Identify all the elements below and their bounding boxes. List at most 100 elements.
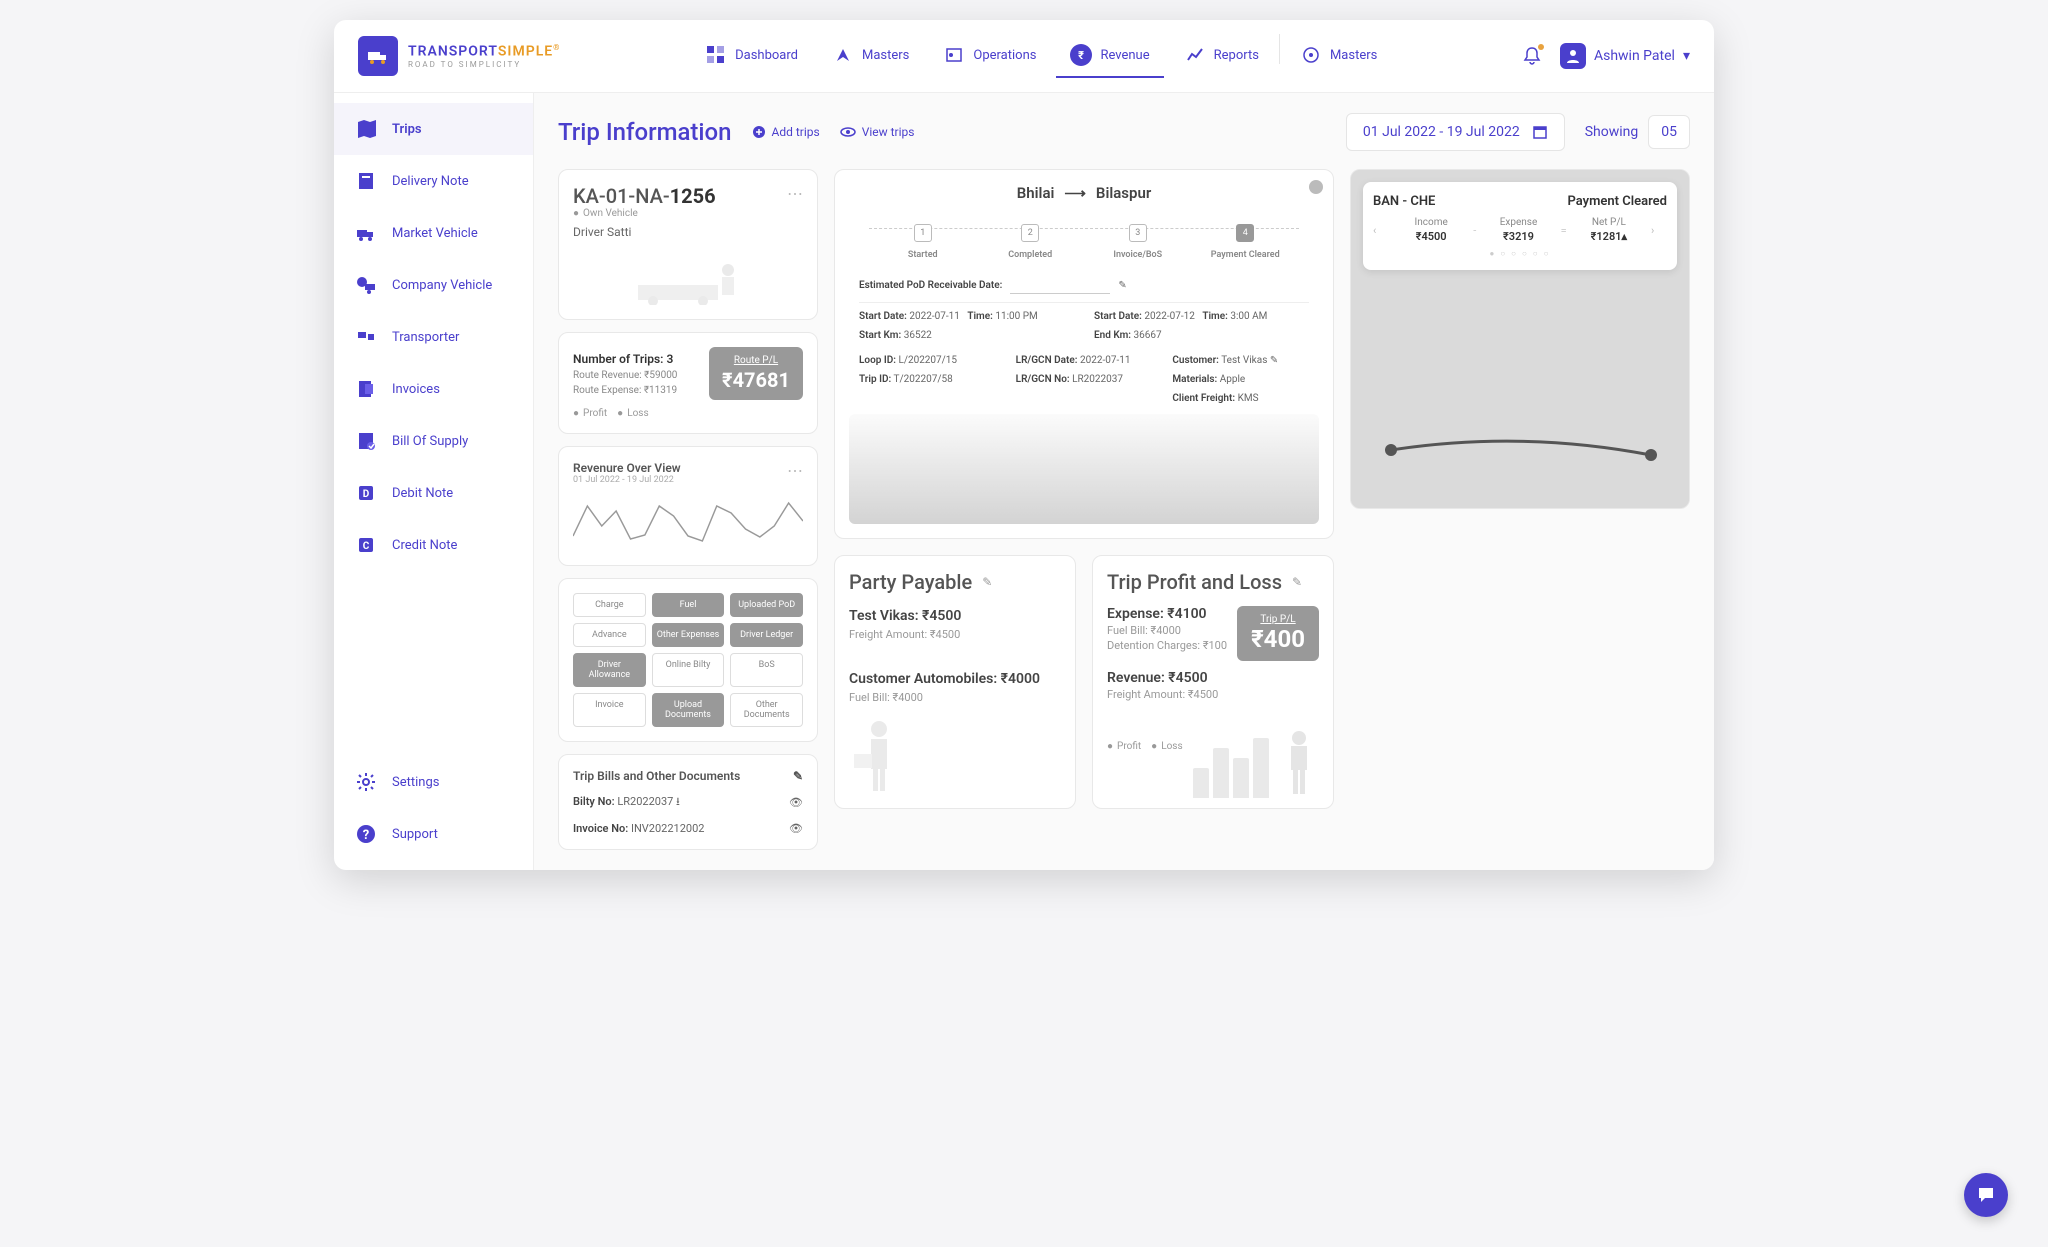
more-icon[interactable]: ⋯ (787, 461, 803, 480)
revenue-total: Revenue: ₹4500 (1107, 670, 1319, 686)
user-menu[interactable]: Ashwin Patel ▾ (1560, 43, 1690, 69)
party-2-name: Customer Automobiles: ₹4000 (849, 671, 1061, 687)
party-1-name: Test Vikas: ₹4500 (849, 608, 1061, 624)
map-summary-overlay: BAN - CHE Payment Cleared ‹ Income₹4500 … (1363, 182, 1677, 270)
start-date: Start Date: 2022-07-11 Time: 11:00 PM (859, 311, 1074, 322)
pod-date-input[interactable] (1010, 276, 1110, 294)
trip-id: Trip ID: T/202207/58 (859, 374, 996, 385)
sidebar-bill-of-supply[interactable]: Bill Of Supply (334, 415, 533, 467)
vehicle-driver: Driver Satti (573, 225, 803, 239)
lr-date: LR/GCN Date: 2022-07-11 (1016, 355, 1153, 366)
sidebar-trips[interactable]: Trips (334, 103, 533, 155)
plus-circle-icon (752, 125, 766, 139)
chip-other-expenses[interactable]: Other Expenses (652, 623, 725, 647)
truck-icon (354, 221, 378, 245)
date-range-picker[interactable]: 01 Jul 2022 - 19 Jul 2022 (1346, 113, 1565, 151)
note-icon (354, 169, 378, 193)
chip-upload-documents[interactable]: Upload Documents (652, 693, 725, 727)
chip-other-documents[interactable]: Other Documents (730, 693, 803, 727)
brand-logo: TRANSPORTSIMPLE® ROAD TO SIMPLICITY (358, 36, 560, 76)
edit-icon[interactable]: ✎ (982, 575, 992, 589)
edit-icon[interactable]: ✎ (1270, 355, 1278, 366)
carousel-dots[interactable]: ● ○ ○ ○ ○ ○ (1373, 249, 1667, 258)
nav-reports[interactable]: Reports (1170, 34, 1273, 78)
chip-online-bilty[interactable]: Online Bilty (652, 653, 725, 687)
page-title: Trip Information (558, 118, 732, 146)
next-icon[interactable]: › (1651, 224, 1667, 237)
target-icon (1300, 44, 1322, 66)
route-map-preview[interactable] (849, 414, 1319, 524)
chip-charge[interactable]: Charge (573, 593, 646, 617)
chip-driver-allowance[interactable]: Driver Allowance (573, 653, 646, 687)
map-panel[interactable]: BAN - CHE Payment Cleared ‹ Income₹4500 … (1350, 169, 1690, 509)
status-dot (1309, 180, 1323, 194)
nav-revenue[interactable]: ₹Revenue (1056, 34, 1163, 78)
sidebar-delivery-note[interactable]: Delivery Note (334, 155, 533, 207)
trip-detail-card: Bhilai ⟶ Bilaspur 1Started 2Completed 3I… (834, 169, 1334, 539)
party-1-sub: Freight Amount: ₹4500 (849, 628, 1061, 641)
edit-icon[interactable]: ✎ (1118, 280, 1126, 291)
party-2-sub: Fuel Bill: ₹4000 (849, 691, 1061, 704)
chevron-down-icon: ▾ (1683, 48, 1690, 64)
chip-advance[interactable]: Advance (573, 623, 646, 647)
sidebar-support[interactable]: ?Support (334, 808, 533, 860)
nav-dashboard[interactable]: Dashboard (691, 34, 812, 78)
chip-fuel[interactable]: Fuel (652, 593, 725, 617)
sidebar-credit-note[interactable]: CCredit Note (334, 519, 533, 571)
truck-icon (358, 36, 398, 76)
trips-summary-card: Number of Trips: 3 Route Revenue: ₹59000… (558, 332, 818, 434)
lr-no: LR/GCN No: LR2022037 (1016, 374, 1153, 385)
transporter-icon (354, 325, 378, 349)
company-truck-icon (354, 273, 378, 297)
customer: Customer: Test Vikas ✎ (1172, 355, 1309, 366)
party-payable-title: Party Payable (849, 570, 972, 594)
credit-icon: C (354, 533, 378, 557)
edit-icon[interactable]: ✎ (1292, 575, 1302, 589)
operations-icon (943, 44, 965, 66)
sidebar-debit-note[interactable]: DDebit Note (334, 467, 533, 519)
add-trips-button[interactable]: Add trips (752, 125, 820, 139)
chip-uploaded-pod[interactable]: Uploaded PoD (730, 593, 803, 617)
nav-masters[interactable]: Masters (818, 34, 923, 78)
trip-stepper: 1Started 2Completed 3Invoice/BoS 4Paymen… (869, 220, 1299, 260)
person-illustration (849, 714, 1061, 794)
edit-icon[interactable]: ✎ (793, 769, 803, 783)
route-revenue: Route Revenue: ₹59000 (573, 370, 699, 381)
invoice-icon (354, 377, 378, 401)
nav-masters-2[interactable]: Masters (1286, 34, 1391, 78)
chat-fab[interactable] (1964, 1173, 2008, 1217)
chip-invoice[interactable]: Invoice (573, 693, 646, 727)
trip-pl-card: Trip Profit and Loss✎ Expense: ₹4100 Fue… (1092, 555, 1334, 809)
trip-docs-title: Trip Bills and Other Documents (573, 769, 740, 783)
trip-pl-title: Trip Profit and Loss (1107, 570, 1282, 594)
more-icon[interactable]: ⋯ (787, 184, 803, 203)
overlay-status: Payment Cleared (1568, 194, 1668, 209)
avatar-icon (1560, 43, 1586, 69)
bill-icon (354, 429, 378, 453)
client-freight: Client Freight: KMS (1172, 393, 1309, 404)
end-km: End Km: 36667 (1094, 330, 1309, 341)
eye-icon[interactable]: 👁 (789, 796, 803, 809)
showing-count[interactable]: 05 (1648, 115, 1690, 149)
dashboard-icon (705, 44, 727, 66)
route-pl-badge: Route P/L ₹47681 (709, 347, 803, 400)
prev-icon[interactable]: ‹ (1373, 224, 1389, 237)
end-date: Start Date: 2022-07-12 Time: 3:00 AM (1094, 311, 1309, 322)
notifications-icon[interactable] (1522, 46, 1542, 66)
trip-docs-card: Trip Bills and Other Documents ✎ Bilty No… (558, 754, 818, 850)
sidebar-company-vehicle[interactable]: Company Vehicle (334, 259, 533, 311)
sidebar-settings[interactable]: Settings (334, 756, 533, 808)
num-trips: Number of Trips: 3 (573, 352, 699, 366)
eye-icon[interactable]: 👁 (789, 822, 803, 835)
bilty-row: Bilty No: LR2022037 ⭳ 👁 (573, 793, 803, 812)
revenue-freight: Freight Amount: ₹4500 (1107, 688, 1319, 701)
sidebar-transporter[interactable]: Transporter (334, 311, 533, 363)
sidebar-market-vehicle[interactable]: Market Vehicle (334, 207, 533, 259)
nav-operations[interactable]: Operations (929, 34, 1050, 78)
download-icon[interactable]: ⭳ (676, 795, 680, 808)
chip-driver-ledger[interactable]: Driver Ledger (730, 623, 803, 647)
chip-bos[interactable]: BoS (730, 653, 803, 687)
view-trips-button[interactable]: View trips (840, 125, 915, 139)
svg-text:₹: ₹ (1079, 49, 1085, 62)
sidebar-invoices[interactable]: Invoices (334, 363, 533, 415)
